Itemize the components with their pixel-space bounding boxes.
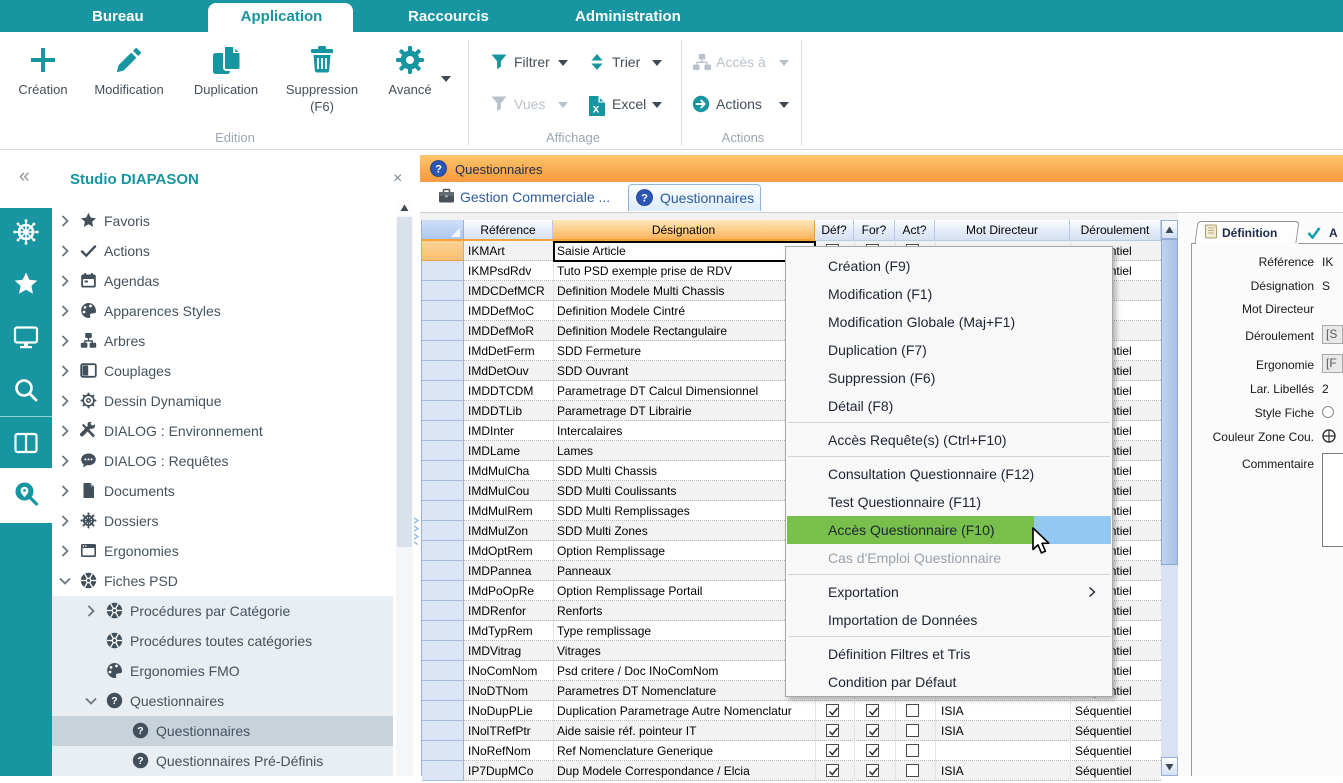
svg-text:x: x (593, 102, 600, 116)
svg-text:?: ? (137, 725, 143, 737)
svg-text:?: ? (137, 755, 143, 767)
svg-text:?: ? (111, 695, 117, 707)
svg-text:?: ? (641, 193, 648, 205)
svg-text:?: ? (435, 164, 442, 176)
